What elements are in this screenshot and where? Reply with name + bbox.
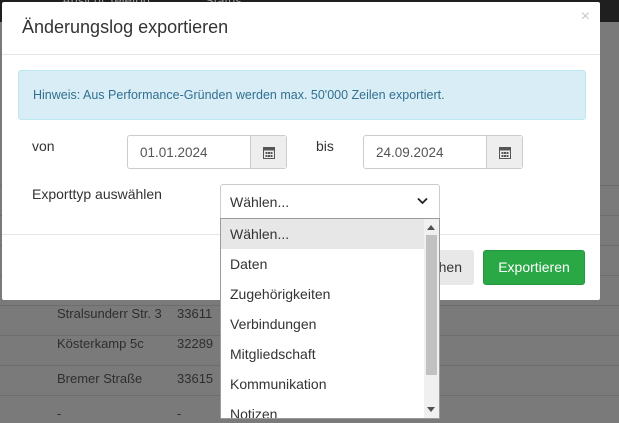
calendar-icon: [499, 147, 511, 159]
zip-cell: 33611: [177, 306, 213, 321]
scrollbar-thumb[interactable]: [426, 235, 437, 375]
alert-text: Hinweis: Aus Performance-Gründen werden …: [33, 88, 445, 102]
scroll-down-arrow-icon[interactable]: [427, 407, 435, 412]
from-label: von: [32, 138, 55, 154]
to-date-group: [363, 135, 523, 169]
calendar-icon: [263, 147, 275, 159]
dropdown-scrollbar[interactable]: [424, 219, 439, 418]
dropdown-option[interactable]: Zugehörigkeiten: [221, 279, 425, 309]
export-type-select[interactable]: Wählen...: [220, 184, 440, 218]
close-icon[interactable]: ×: [581, 8, 590, 26]
cancel-button-label: hen: [438, 259, 462, 275]
dropdown-option[interactable]: Daten: [221, 249, 425, 279]
export-type-label: Exporttyp auswählen: [32, 186, 162, 202]
info-alert: Hinweis: Aus Performance-Gründen werden …: [18, 70, 586, 120]
street-cell: Bremer Straße: [57, 371, 143, 386]
select-value: Wählen...: [230, 194, 290, 210]
dropdown-option[interactable]: Wählen...: [221, 219, 425, 249]
export-button[interactable]: Exportieren: [483, 250, 585, 285]
export-type-dropdown: Wählen... Daten Zugehörigkeiten Verbindu…: [220, 218, 440, 419]
modal-title: Änderungslog exportieren: [22, 17, 229, 37]
street-cell: Stralsunderr Str. 3: [57, 306, 162, 321]
zip-cell: 32289: [177, 336, 214, 351]
dropdown-option[interactable]: Mitgliedschaft: [221, 339, 425, 369]
to-calendar-button[interactable]: [486, 136, 522, 168]
zip-cell: -: [177, 406, 182, 421]
chevron-down-icon: [417, 197, 428, 205]
street-cell: Kösterkamp 5c: [57, 336, 144, 351]
street-cell: -: [57, 406, 62, 421]
dropdown-option[interactable]: Notizen: [221, 399, 425, 418]
modal-header: Änderungslog exportieren ×: [2, 2, 600, 55]
from-date-group: [127, 135, 287, 169]
zip-cell: 33615: [177, 371, 214, 386]
scroll-up-arrow-icon[interactable]: [427, 225, 435, 230]
from-calendar-button[interactable]: [250, 136, 286, 168]
from-date-input[interactable]: [128, 136, 250, 168]
to-date-input[interactable]: [364, 136, 486, 168]
dropdown-option[interactable]: Verbindungen: [221, 309, 425, 339]
to-label: bis: [316, 138, 334, 154]
dropdown-option[interactable]: Kommunikation: [221, 369, 425, 399]
